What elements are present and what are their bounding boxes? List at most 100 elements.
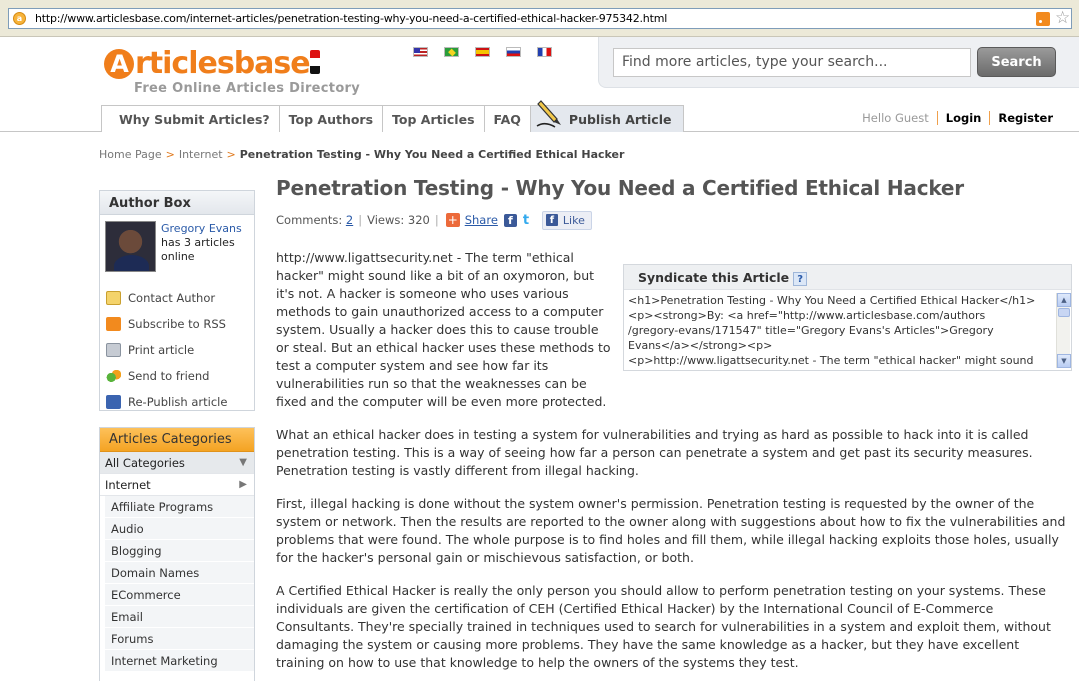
code-line: /gregory-evans/171547" title="Gregory Ev… xyxy=(628,324,994,337)
login-link[interactable]: Login xyxy=(938,111,991,125)
rss-feed-icon[interactable] xyxy=(1036,12,1050,26)
article-paragraph: http://www.ligattsecurity.net - The term… xyxy=(276,250,611,409)
tab-top-articles[interactable]: Top Articles xyxy=(383,106,485,132)
site-logo[interactable]: Articlesbase Free Online Articles Direct… xyxy=(104,46,360,96)
facebook-icon[interactable]: f xyxy=(503,213,517,227)
logo-wordmark: rticlesbase xyxy=(135,46,311,81)
flag-french-icon[interactable] xyxy=(537,47,552,57)
category-all[interactable]: All Categories ▼ xyxy=(100,452,254,474)
share-plus-icon[interactable]: + xyxy=(445,213,460,227)
search-panel: Find more articles, type your search... … xyxy=(598,37,1079,88)
article-paragraph: First, illegal hacking is done without t… xyxy=(276,496,1066,565)
author-actions: Contact Author Subscribe to RSS Print ar… xyxy=(106,285,227,415)
logo-tagline: Free Online Articles Directory xyxy=(134,81,361,96)
republish-article-label: Re-Publish article xyxy=(128,395,228,409)
breadcrumb-separator: > xyxy=(226,148,236,161)
tab-faq[interactable]: FAQ xyxy=(485,106,531,132)
bookmark-star-icon[interactable]: ☆ xyxy=(1055,8,1070,28)
comments-count-link[interactable]: 2 xyxy=(346,213,353,227)
breadcrumb-home[interactable]: Home Page xyxy=(99,148,162,161)
search-button[interactable]: Search xyxy=(977,47,1056,77)
syndicate-code-textarea[interactable]: <h1>Penetration Testing - Why You Need a… xyxy=(627,293,1053,368)
subscribe-rss-link[interactable]: Subscribe to RSS xyxy=(106,311,227,337)
scroll-thumb[interactable] xyxy=(1058,308,1070,317)
author-box: Author Box Gregory Evans has 3 articles … xyxy=(99,190,255,411)
tab-why-submit[interactable]: Why Submit Articles? xyxy=(102,106,280,132)
author-box-heading: Author Box xyxy=(100,191,254,215)
tab-top-authors[interactable]: Top Authors xyxy=(280,106,384,132)
rss-icon xyxy=(106,317,121,331)
contact-author-link[interactable]: Contact Author xyxy=(106,285,227,311)
tab-publish-article[interactable]: Publish Article xyxy=(530,100,684,132)
code-line: <p>http://www.ligattsecurity.net - The t… xyxy=(628,354,1034,367)
flag-spanish-icon[interactable] xyxy=(475,47,490,57)
printer-icon xyxy=(106,343,121,357)
category-internet[interactable]: Internet ▶ xyxy=(100,474,254,496)
subcategory-item[interactable]: Forums xyxy=(105,628,254,650)
breadcrumb-internet[interactable]: Internet xyxy=(179,148,223,161)
code-line: <p><strong>By: <a href="http://www.artic… xyxy=(628,309,986,322)
chevron-down-icon: ▼ xyxy=(239,457,247,468)
category-all-label: All Categories xyxy=(105,456,185,470)
subcategory-item[interactable]: Internet Marketing xyxy=(105,650,254,672)
author-avatar[interactable] xyxy=(105,221,156,272)
article-paragraph: A Certified Ethical Hacker is really the… xyxy=(276,583,1051,670)
site-favicon-icon: a xyxy=(13,12,26,25)
subcategory-item[interactable]: Audio xyxy=(105,518,254,540)
breadcrumb: Home Page > Internet > Penetration Testing -… xyxy=(99,148,624,161)
logo-a-badge: A xyxy=(104,49,134,79)
friends-icon xyxy=(106,369,121,383)
address-url[interactable]: http://www.articlesbase.com/internet-art… xyxy=(35,12,667,25)
subcategory-item[interactable]: Email xyxy=(105,606,254,628)
comments-label: Comments: xyxy=(276,213,343,227)
republish-article-link[interactable]: Re-Publish article xyxy=(106,389,227,415)
help-icon[interactable]: ? xyxy=(793,271,808,286)
flag-english-icon[interactable] xyxy=(413,47,428,57)
scroll-down-icon[interactable]: ▼ xyxy=(1057,354,1071,368)
article-paragraph: What an ethical hacker does in testing a… xyxy=(276,427,1033,478)
language-selector xyxy=(413,47,552,57)
contact-author-label: Contact Author xyxy=(128,291,216,305)
chevron-right-icon: ▶ xyxy=(239,479,247,490)
meta-divider: | xyxy=(358,213,363,227)
breadcrumb-separator: > xyxy=(165,148,175,161)
syndicate-heading: Syndicate this Article? xyxy=(624,265,1071,290)
pen-icon xyxy=(536,100,561,128)
subcategory-item[interactable]: Domain Names xyxy=(105,562,254,584)
guest-greeting: Hello Guest xyxy=(862,111,938,125)
print-article-link[interactable]: Print article xyxy=(106,337,227,363)
syndicate-scrollbar[interactable]: ▲ ▼ xyxy=(1056,293,1071,368)
send-to-friend-link[interactable]: Send to friend xyxy=(106,363,227,389)
republish-icon xyxy=(106,395,121,409)
register-link[interactable]: Register xyxy=(990,111,1061,125)
code-line: Evans</a></strong><p> xyxy=(628,339,773,352)
syndicate-heading-label: Syndicate this Article xyxy=(638,270,790,285)
facebook-like-button[interactable]: f Like xyxy=(541,210,592,230)
breadcrumb-current: Penetration Testing - Why You Need a Cer… xyxy=(239,148,625,161)
envelope-icon xyxy=(106,291,121,305)
flag-portuguese-icon[interactable] xyxy=(444,47,459,57)
subcategory-item[interactable]: Affiliate Programs xyxy=(105,496,254,518)
scroll-up-icon[interactable]: ▲ xyxy=(1057,293,1071,307)
share-link[interactable]: Share xyxy=(465,213,498,227)
search-input[interactable]: Find more articles, type your search... xyxy=(613,48,971,77)
flag-russian-icon[interactable] xyxy=(506,47,521,57)
meta-divider: | xyxy=(434,213,439,227)
publish-article-label: Publish Article xyxy=(568,112,672,127)
subcategory-item[interactable]: Blogging xyxy=(105,540,254,562)
article-meta: Comments: 2 | Views: 320 | + Share f t f… xyxy=(276,210,592,230)
author-article-count: has 3 articles online xyxy=(161,236,235,263)
article-title: Penetration Testing - Why You Need a Cer… xyxy=(276,176,964,200)
code-line: <h1>Penetration Testing - Why You Need a… xyxy=(628,294,1036,307)
twitter-icon[interactable]: t xyxy=(523,214,536,227)
author-name-link[interactable]: Gregory Evans xyxy=(161,222,242,235)
subcategory-item[interactable]: ECommerce xyxy=(105,584,254,606)
print-article-label: Print article xyxy=(128,343,195,357)
send-to-friend-label: Send to friend xyxy=(128,369,210,383)
facebook-f-icon: f xyxy=(545,214,558,226)
subscribe-rss-label: Subscribe to RSS xyxy=(128,317,226,331)
views-count: Views: 320 xyxy=(367,213,430,227)
main-navigation: Why Submit Articles? Top Authors Top Art… xyxy=(0,100,1079,132)
logo-flag-icon xyxy=(309,50,320,74)
address-bar[interactable]: a http://www.articlesbase.com/internet-a… xyxy=(8,8,1072,29)
